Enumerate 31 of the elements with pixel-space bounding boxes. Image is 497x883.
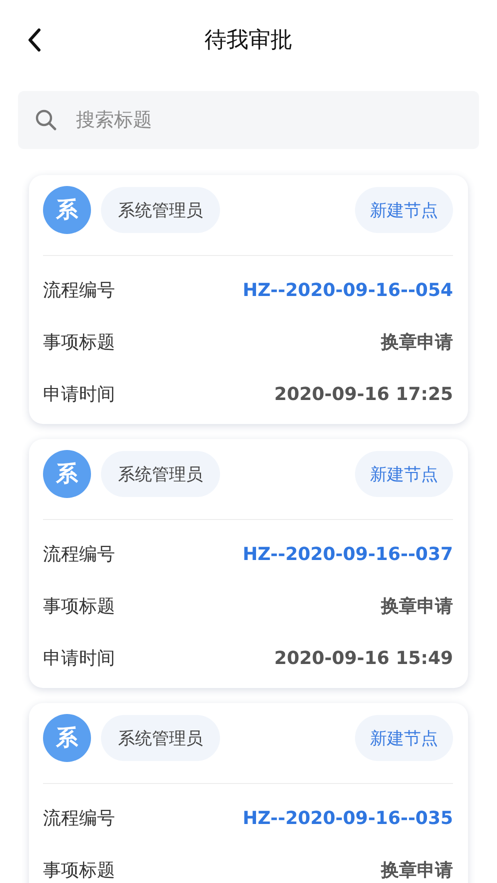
node-tag: 新建节点 [355,451,453,497]
user-tag: 系统管理员 [101,451,220,497]
field-value: 2020-09-16 17:25 [274,384,453,404]
field-label: 事项标题 [43,595,115,618]
field-label: 事项标题 [43,859,115,882]
page-title: 待我审批 [204,27,292,55]
user-tag: 系统管理员 [101,187,220,233]
node-tag: 新建节点 [355,187,453,233]
field-value: HZ--2020-09-16--035 [242,808,453,828]
approval-card[interactable]: 系 系统管理员 新建节点 流程编号 HZ--2020-09-16--037 事项标题 换章申请 申请时间 2020-09-16 15:49 [29,439,468,688]
field-label: 申请时间 [43,647,115,670]
approval-card[interactable]: 系 系统管理员 新建节点 流程编号 HZ--2020-09-16--054 事项标题 换章申请 申请时间 2020-09-16 17:25 [29,175,468,424]
field-label: 事项标题 [43,331,115,354]
user-tag: 系统管理员 [101,715,220,761]
field-value: 换章申请 [381,331,453,354]
field-value: 换章申请 [381,859,453,882]
field-value: HZ--2020-09-16--037 [242,544,453,564]
approval-card[interactable]: 系 系统管理员 新建节点 流程编号 HZ--2020-09-16--035 事项标题 换章申请 [29,703,468,883]
field-value: 换章申请 [381,595,453,618]
node-tag: 新建节点 [355,715,453,761]
field-label: 流程编号 [43,279,115,302]
avatar: 系 [43,186,91,234]
field-label: 流程编号 [43,807,115,830]
field-label: 流程编号 [43,543,115,566]
field-label: 申请时间 [43,383,115,406]
search-field[interactable]: 搜索标题 [18,91,479,149]
avatar: 系 [43,714,91,762]
back-icon[interactable] [27,28,41,52]
field-value: 2020-09-16 15:49 [274,648,453,668]
field-value: HZ--2020-09-16--054 [242,280,453,300]
avatar: 系 [43,450,91,498]
